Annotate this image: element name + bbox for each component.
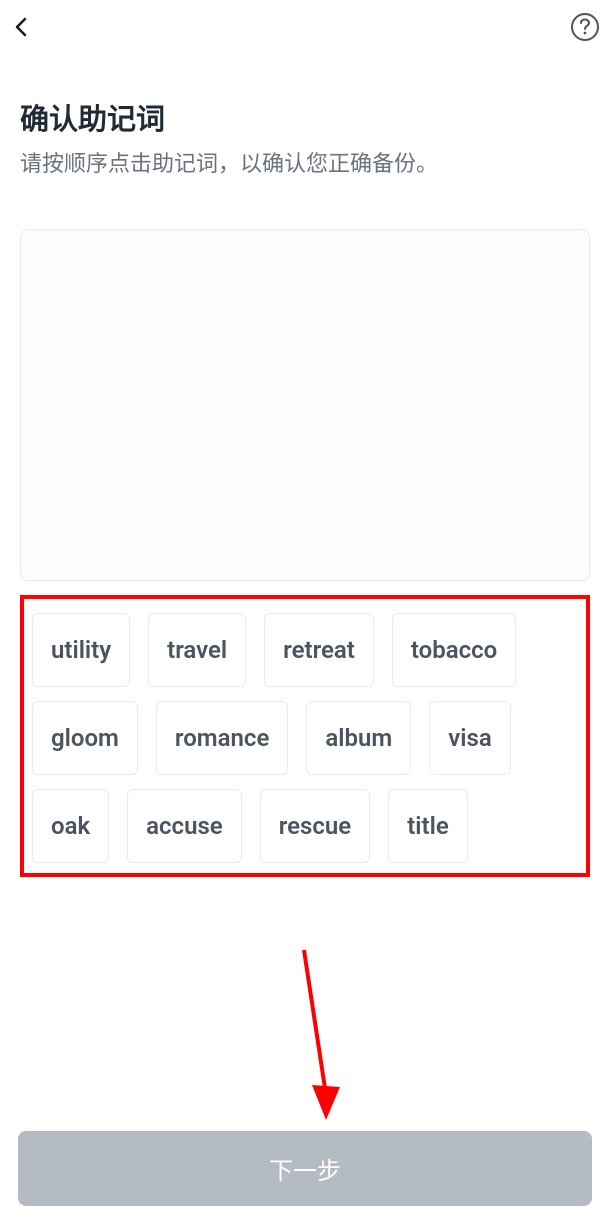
next-button[interactable]: 下一步 <box>18 1131 592 1206</box>
arrow-annotation-icon <box>294 945 354 1125</box>
mnemonic-words-container: utility travel retreat tobacco gloom rom… <box>20 595 590 877</box>
word-chip[interactable]: retreat <box>264 613 374 687</box>
mnemonic-input-area[interactable] <box>20 229 590 581</box>
word-chip[interactable]: visa <box>429 701 511 775</box>
word-chip[interactable]: album <box>306 701 411 775</box>
word-chip[interactable]: tobacco <box>392 613 516 687</box>
page-title: 确认助记词 <box>20 96 590 138</box>
word-chip[interactable]: rescue <box>260 789 371 863</box>
word-chip[interactable]: title <box>388 789 468 863</box>
word-chip[interactable]: travel <box>148 613 246 687</box>
page-subtitle: 请按顺序点击助记词，以确认您正确备份。 <box>20 150 590 181</box>
help-button[interactable] <box>570 12 600 42</box>
word-chip[interactable]: accuse <box>127 789 242 863</box>
back-button[interactable] <box>10 15 34 39</box>
next-button-label: 下一步 <box>269 1151 341 1186</box>
word-chip[interactable]: romance <box>156 701 288 775</box>
word-chip[interactable]: oak <box>32 789 109 863</box>
word-chip[interactable]: utility <box>32 613 130 687</box>
word-chip[interactable]: gloom <box>32 701 138 775</box>
